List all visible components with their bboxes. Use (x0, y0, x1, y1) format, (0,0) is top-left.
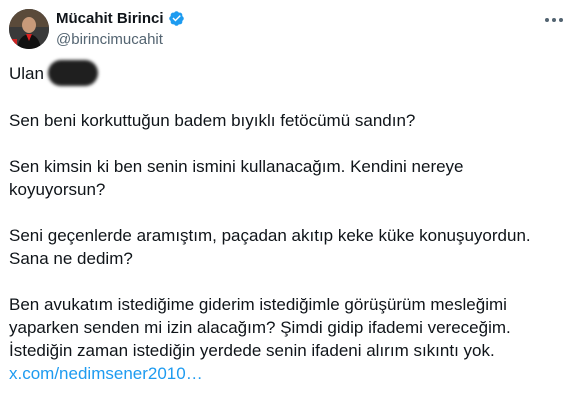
greeting-text: Ulan (9, 64, 44, 83)
author-handle[interactable]: @birincimucahit (56, 31, 163, 48)
avatar-photo-icon (9, 9, 49, 49)
tweet-paragraph-4-line-1: Ben avukatım istediğime giderim istediği… (9, 295, 507, 314)
tweet-text: Ulan Sen beni korkuttuğun badem bıyıklı … (9, 60, 569, 385)
more-options-button[interactable] (539, 8, 569, 32)
tweet-paragraph-4-line-2: yaparken senden mi izin alacağım? Şimdi … (9, 318, 511, 337)
avatar[interactable] (9, 9, 49, 49)
tweet-line-greeting: Ulan (9, 60, 569, 86)
tweet-paragraph-4-line-3: İstediğin zaman istediğin yerdede senin … (9, 341, 495, 360)
author-name[interactable]: Mücahit Birinci (56, 10, 164, 27)
tweet-paragraph-2-line-1: Sen kimsin ki ben senin ismini kullanaca… (9, 157, 464, 176)
tweet-paragraph-1: Sen beni korkuttuğun badem bıyıklı fetöc… (9, 111, 416, 130)
tweet-paragraph-3-line-1: Seni geçenlerde aramıştım, paçadan akıtı… (9, 226, 531, 245)
tweet-card: Mücahit Birinci @birincimucahit Ulan Sen… (0, 0, 579, 405)
tweet-link[interactable]: x.com/nedimsener2010… (9, 362, 569, 385)
author-name-row: Mücahit Birinci (56, 10, 185, 27)
dot-icon (559, 18, 563, 22)
verified-badge-icon (168, 11, 184, 26)
dot-icon (552, 18, 556, 22)
dot-icon (545, 18, 549, 22)
tweet-paragraph-3-line-2: Sana ne dedim? (9, 249, 133, 268)
tweet-paragraph-2-line-2: koyuyorsun? (9, 180, 106, 199)
redaction-scribble-icon (47, 60, 98, 86)
